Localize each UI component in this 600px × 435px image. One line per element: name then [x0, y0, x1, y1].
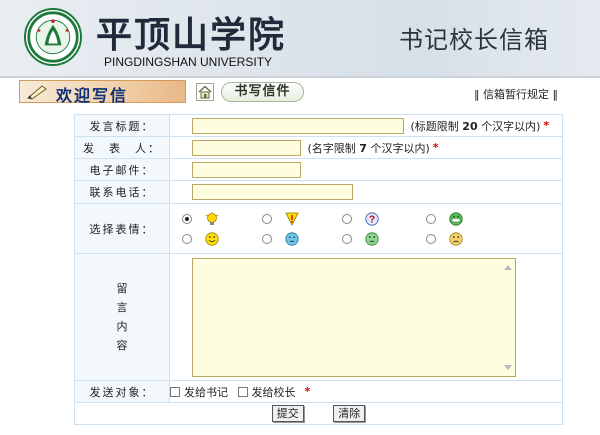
welcome-text: 欢迎写信: [56, 86, 129, 105]
pencil-icon: [26, 85, 47, 100]
message-label-char: 内: [116, 320, 128, 333]
phone-cell: [169, 180, 563, 204]
letter-form: 发言标题： (标题限制 20 个汉字以内) * 发 表 人： (名字限制 7 个汉…: [74, 114, 563, 425]
required-mark: *: [543, 118, 550, 132]
emotion-label: 选择表情：: [74, 203, 170, 254]
required-mark: *: [304, 384, 311, 398]
message-scrollbar[interactable]: [501, 258, 515, 376]
home-icon[interactable]: [196, 83, 214, 101]
send-to-president-label: 发给校长: [251, 385, 296, 399]
email-cell: [169, 158, 563, 181]
emotion-option[interactable]: [182, 232, 262, 246]
sleepy-icon: [285, 232, 299, 246]
sad-icon: [449, 232, 463, 246]
email-input[interactable]: [192, 161, 301, 178]
emotion-option[interactable]: [182, 212, 262, 226]
message-label-char: 言: [116, 301, 128, 314]
emotion-radio[interactable]: [182, 214, 192, 224]
university-seal-icon: [24, 8, 82, 66]
send-to-president-checkbox[interactable]: [237, 386, 248, 397]
welcome-banner: 欢迎写信: [19, 80, 186, 105]
school-english-name: PINGDINGSHAN UNIVERSITY: [104, 55, 273, 69]
subject-cell: (标题限制 20 个汉字以内) *: [169, 114, 563, 137]
phone-label: 联系电话：: [74, 180, 170, 204]
emotion-radio[interactable]: [342, 234, 352, 244]
author-limit-prefix: (名字限制: [307, 141, 356, 155]
author-label: 发 表 人：: [74, 136, 170, 159]
lightbulb-icon: [205, 212, 219, 225]
grin-icon: [449, 212, 463, 226]
smile-icon: [205, 232, 219, 246]
button-row: 提交 清除: [74, 402, 563, 425]
mailbox-rules-link[interactable]: ‖ 信箱暂行规定 ‖: [474, 86, 558, 102]
emotion-row: 选择表情： ?: [74, 203, 563, 254]
recipient-row: 发送对象： 发给书记 发给校长 *: [74, 380, 563, 403]
subject-input[interactable]: [192, 117, 404, 134]
emotion-radio[interactable]: [262, 234, 272, 244]
subject-row: 发言标题： (标题限制 20 个汉字以内) *: [74, 114, 563, 137]
subject-limit-note: (标题限制 20 个汉字以内): [411, 120, 541, 133]
button-cell: 提交 清除: [74, 402, 563, 425]
emotion-radio[interactable]: [426, 214, 436, 224]
subject-label: 发言标题：: [74, 114, 170, 137]
author-limit-count: 7: [359, 141, 367, 155]
send-to-secretary-label: 发给书记: [184, 385, 228, 399]
emotion-cell: ?: [169, 203, 563, 254]
recipient-label: 发送对象：: [74, 380, 170, 403]
emotion-radio[interactable]: [182, 234, 192, 244]
emotion-option[interactable]: [426, 212, 512, 226]
emotion-option[interactable]: ?: [342, 212, 426, 226]
message-textarea[interactable]: [192, 257, 516, 377]
author-limit-suffix: 个汉字以内): [370, 141, 430, 155]
message-label: 留 言 内 容: [74, 253, 170, 381]
message-cell: [169, 253, 563, 381]
required-mark: *: [432, 140, 439, 154]
send-to-secretary-checkbox[interactable]: [170, 386, 180, 397]
phone-row: 联系电话：: [74, 180, 563, 204]
site-header: 平顶山学院 PINGDINGSHAN UNIVERSITY 书记校长信箱: [0, 0, 600, 76]
recipient-cell: 发给书记 发给校长 *: [169, 380, 563, 403]
email-row: 电子邮件：: [74, 158, 563, 181]
write-letter-button[interactable]: 书写信件: [221, 82, 304, 102]
question-icon: ?: [365, 212, 379, 226]
author-row: 发 表 人： (名字限制 7 个汉字以内) *: [74, 136, 563, 159]
submit-button[interactable]: 提交: [271, 405, 304, 422]
emotion-radio[interactable]: [426, 234, 436, 244]
scroll-down-icon[interactable]: [504, 364, 512, 370]
header-divider: [0, 76, 600, 78]
page-title: 书记校长信箱: [399, 26, 549, 54]
calm-icon: [365, 232, 379, 246]
emotion-radio[interactable]: [262, 214, 272, 224]
message-label-char: 留: [116, 282, 128, 295]
emotion-option[interactable]: [342, 232, 426, 246]
emotion-option[interactable]: [262, 212, 342, 226]
exclamation-icon: [285, 212, 299, 226]
author-cell: (名字限制 7 个汉字以内) *: [169, 136, 563, 159]
emotion-option[interactable]: [262, 232, 342, 246]
message-row: 留 言 内 容: [74, 253, 563, 381]
message-label-char: 容: [116, 339, 128, 352]
reset-button[interactable]: 清除: [333, 405, 366, 422]
emotion-radio[interactable]: [342, 214, 352, 224]
author-limit-note: (名字限制 7 个汉字以内): [308, 142, 430, 155]
scroll-up-icon[interactable]: [504, 264, 512, 270]
subject-limit-count: 20: [462, 119, 478, 133]
author-input[interactable]: [192, 139, 301, 156]
emotion-grid: ?: [170, 207, 562, 250]
email-label: 电子邮件：: [74, 158, 170, 181]
school-name: 平顶山学院: [96, 14, 287, 56]
phone-input[interactable]: [192, 184, 353, 200]
svg-text:?: ?: [369, 215, 375, 226]
subject-limit-prefix: (标题限制: [410, 119, 459, 133]
emotion-option[interactable]: [426, 232, 512, 246]
subject-limit-suffix: 个汉字以内): [481, 119, 541, 133]
